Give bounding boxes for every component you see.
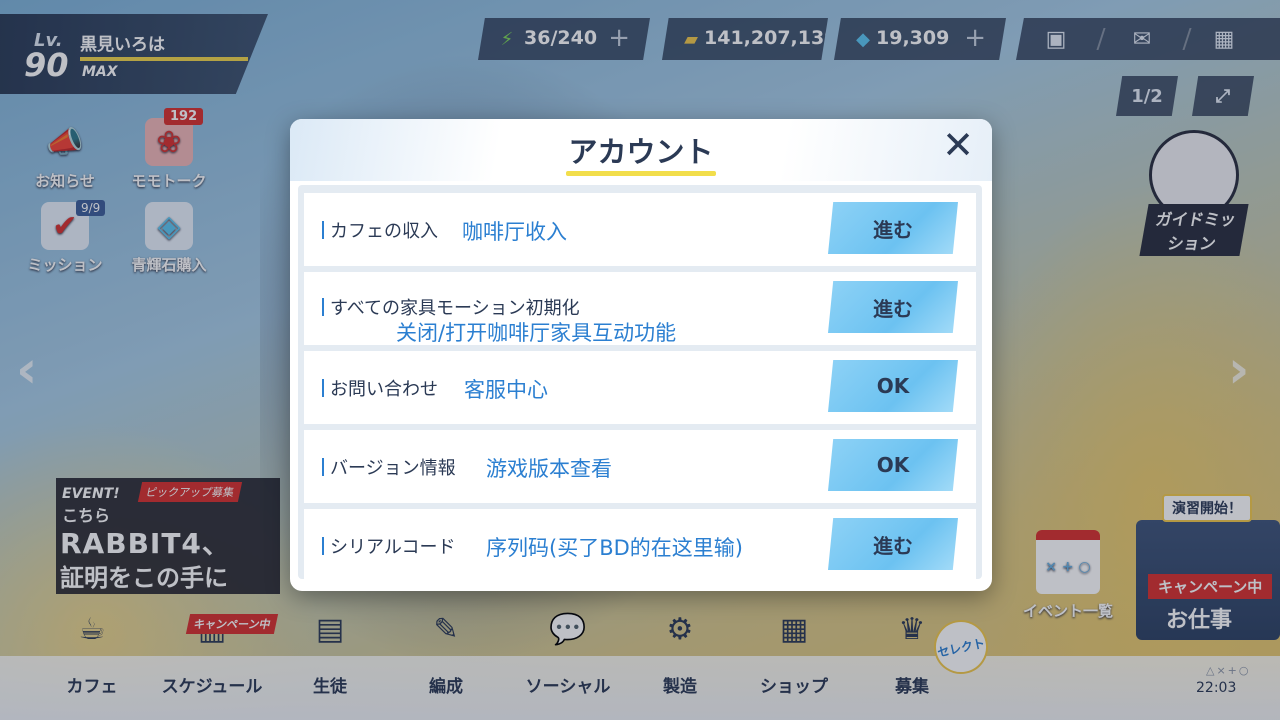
dialog-title: アカウント [568,135,714,169]
dialog-list: カフェの収入 咖啡厅收入 進む すべての家具モーション初期化 关闭/打开咖啡厅家… [298,185,982,579]
row-cn-label: 关闭/打开咖啡厅家具互动功能 [396,321,677,345]
row-jp-label: お問い合わせ [330,379,438,400]
list-item: お問い合わせ 客服中心 OK [304,351,976,424]
cafe-income-button[interactable]: 進む [828,202,958,254]
row-marker [322,458,324,476]
row-cn-label: 游戏版本查看 [486,457,612,481]
furniture-reset-button[interactable]: 進む [828,281,958,333]
row-jp-label: カフェの収入 [330,221,438,242]
list-item: シリアルコード 序列码(买了BD的在这里输) 進む [304,509,976,579]
row-cn-label: 咖啡厅收入 [462,220,567,244]
row-jp-label: バージョン情報 [330,458,456,479]
row-marker [322,221,324,239]
row-jp-label: シリアルコード [330,537,456,558]
row-cn-label: 序列码(买了BD的在这里输) [486,536,743,560]
contact-ok-button[interactable]: OK [828,360,958,412]
account-dialog: アカウント ✕ カフェの収入 咖啡厅收入 進む すべての家具モーション初期化 关… [290,119,992,591]
row-marker [322,298,324,316]
version-ok-button[interactable]: OK [828,439,958,491]
list-item: すべての家具モーション初期化 关闭/打开咖啡厅家具互动功能 進む [304,272,976,345]
title-underline [566,171,716,176]
row-cn-label: 客服中心 [464,378,548,402]
list-item: カフェの収入 咖啡厅收入 進む [304,193,976,266]
close-icon[interactable]: ✕ [938,125,978,165]
list-item: バージョン情報 游戏版本查看 OK [304,430,976,503]
serial-code-button[interactable]: 進む [828,518,958,570]
row-marker [322,379,324,397]
row-marker [322,537,324,555]
